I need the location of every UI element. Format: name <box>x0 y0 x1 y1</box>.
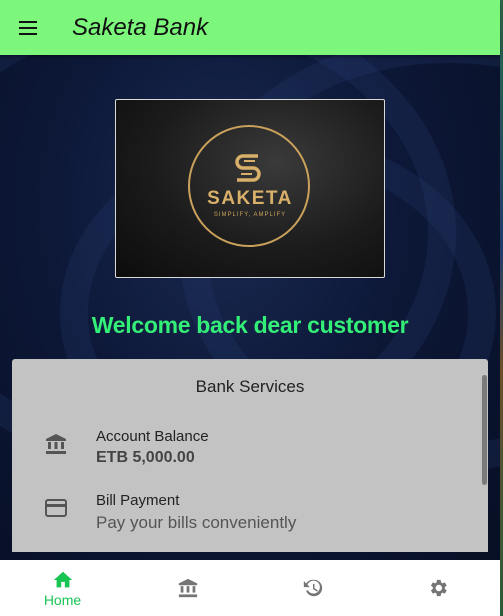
bank-icon <box>178 578 197 598</box>
app-bar: Saketa Bank <box>0 0 500 55</box>
history-icon <box>303 579 322 597</box>
bank-icon <box>46 434 66 454</box>
menu-button[interactable] <box>0 0 56 55</box>
nav-item-settings[interactable] <box>375 560 500 616</box>
credit-card-icon <box>45 499 67 517</box>
services-title: Bank Services <box>195 377 305 396</box>
logo-tagline: SIMPLIFY, AMPLIFY <box>213 212 287 218</box>
service-title: Account Balance <box>96 428 209 445</box>
bank-services-card: Bank Services Account Balance ETB 5,000.… <box>12 359 488 552</box>
nav-item-home[interactable]: Home <box>0 560 125 616</box>
menu-icon <box>19 20 37 35</box>
app-title: Saketa Bank <box>72 13 209 41</box>
logo-mark-icon <box>235 154 261 182</box>
nav-item-history[interactable] <box>250 560 375 616</box>
service-subtitle: Pay your bills conveniently <box>96 513 297 532</box>
home-icon <box>53 571 72 587</box>
logo-wordmark: SAKETA <box>207 188 293 209</box>
bank-logo-card: SAKETA SIMPLIFY, AMPLIFY <box>115 99 385 278</box>
account-balance-value: ETB 5,000.00 <box>96 449 195 466</box>
nav-label-home: Home <box>43 591 82 608</box>
bottom-navigation: Home <box>0 560 500 616</box>
settings-icon <box>430 579 447 597</box>
welcome-message: Welcome back dear customer <box>91 312 409 338</box>
service-item-bill-payment[interactable]: Bill Payment Pay your bills conveniently <box>12 492 472 542</box>
logo-ring <box>188 125 310 247</box>
service-title: Bill Payment <box>96 492 180 509</box>
service-item-account-balance[interactable]: Account Balance ETB 5,000.00 <box>12 428 472 478</box>
scrollbar[interactable] <box>482 375 487 485</box>
nav-item-bank[interactable] <box>125 560 250 616</box>
